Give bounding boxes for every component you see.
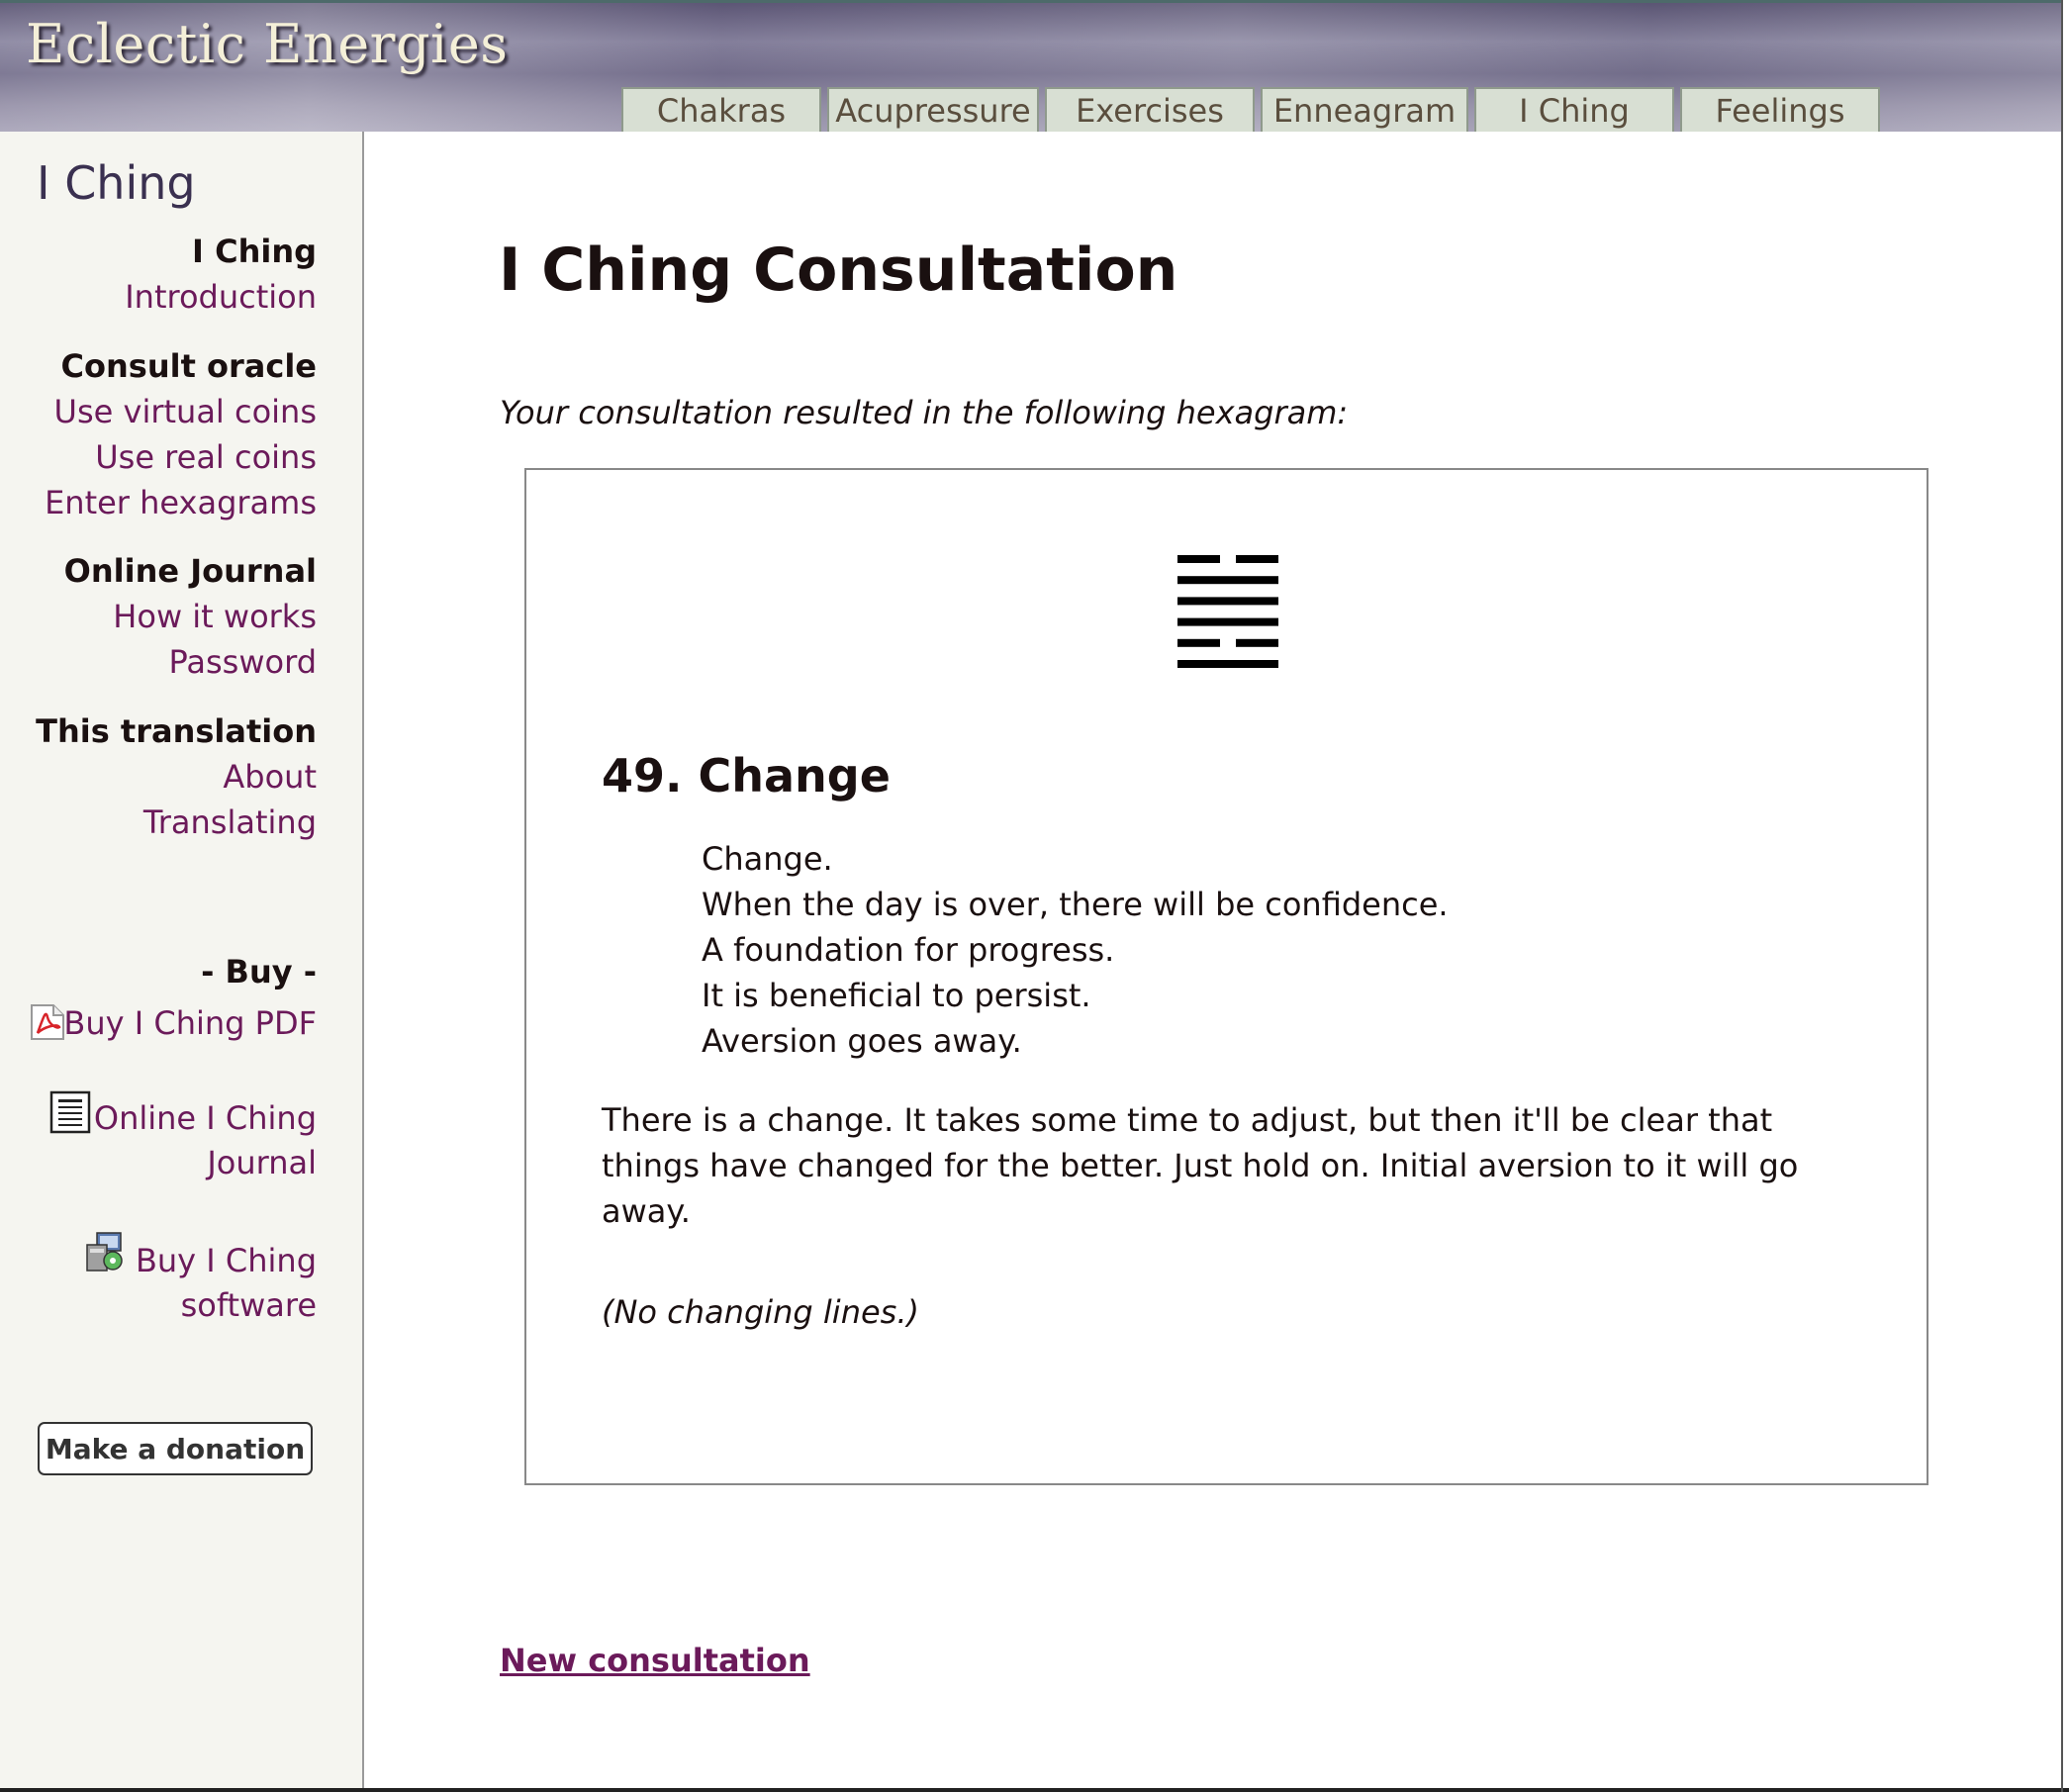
hexagram-result-box: 49. Change Change. When the day is over,… [524, 468, 1928, 1485]
top-nav-tabs: Chakras Acupressure Exercises Enneagram … [621, 87, 1886, 132]
sidebar-link-enter-hexagrams[interactable]: Enter hexagrams [45, 480, 317, 525]
donate-button[interactable]: Make a donation [38, 1422, 313, 1475]
judgement-line: It is beneficial to persist. [702, 977, 1091, 1014]
pdf-icon [28, 1003, 67, 1053]
sidebar: I Ching I Ching Introduction Consult ora… [0, 132, 364, 1792]
buy-pdf-label: Buy I Ching PDF [63, 1004, 317, 1042]
changing-lines-note: (No changing lines.) [602, 1293, 919, 1331]
hexagram-commentary: There is a change. It takes some time to… [602, 1101, 1799, 1230]
sidebar-link-about[interactable]: About [36, 754, 317, 800]
consultation-intro: Your consultation resulted in the follow… [500, 394, 1349, 431]
tab-exercises[interactable]: Exercises [1045, 87, 1255, 132]
judgement-line: Aversion goes away. [702, 1022, 1022, 1060]
tab-i-ching[interactable]: I Ching [1474, 87, 1674, 132]
sidebar-heading: This translation [36, 712, 317, 750]
hexagram-symbol [1177, 555, 1278, 668]
sidebar-heading: Consult oracle [60, 347, 317, 385]
sidebar-heading: I Ching [192, 233, 317, 270]
sidebar-title: I Ching [37, 156, 196, 210]
hexagram-broken-line-segment [1177, 555, 1220, 563]
hexagram-solid-line [1177, 660, 1278, 668]
online-journal-link[interactable]: Online I Ching Journal [20, 1090, 317, 1185]
hexagram-solid-line [1177, 597, 1278, 606]
buy-software-label-line2: software [180, 1286, 317, 1324]
judgement-line: A foundation for progress. [702, 931, 1115, 969]
buy-software-label-line1: Buy I Ching [135, 1242, 317, 1279]
tab-acupressure[interactable]: Acupressure [827, 87, 1039, 132]
software-icon [83, 1231, 127, 1286]
sidebar-buy-section: - Buy - [201, 953, 317, 990]
buy-heading: - Buy - [201, 953, 317, 990]
sidebar-group-i-ching: I Ching Introduction [125, 230, 317, 320]
site-logo-title[interactable]: Eclectic Energies [26, 13, 509, 75]
hexagram-judgement: Change. When the day is over, there will… [702, 836, 1449, 1064]
tab-chakras[interactable]: Chakras [621, 87, 821, 132]
tab-enneagram[interactable]: Enneagram [1261, 87, 1468, 132]
sidebar-link-how-it-works[interactable]: How it works [64, 594, 317, 639]
buy-pdf-link[interactable]: Buy I Ching PDF [20, 1001, 317, 1046]
hexagram-solid-line [1177, 576, 1278, 585]
sidebar-group-consult-oracle: Consult oracle Use virtual coins Use rea… [45, 344, 317, 525]
buy-software-link[interactable]: Buy I Ching software [20, 1232, 317, 1328]
hexagram-solid-line [1177, 617, 1278, 626]
hexagram-title: 49. Change [602, 749, 891, 802]
online-journal-label-line2: Journal [207, 1144, 317, 1181]
sidebar-link-translating[interactable]: Translating [36, 800, 317, 845]
hexagram-broken-line-segment [1177, 638, 1220, 647]
judgement-line: When the day is over, there will be conf… [702, 886, 1449, 923]
sidebar-link-password[interactable]: Password [64, 639, 317, 685]
sidebar-link-real-coins[interactable]: Use real coins [45, 434, 317, 480]
sidebar-link-introduction[interactable]: Introduction [125, 274, 317, 320]
judgement-line: Change. [702, 840, 833, 878]
bottom-border [0, 1788, 2069, 1792]
right-border [2061, 0, 2063, 1792]
sidebar-group-online-journal: Online Journal How it works Password [64, 549, 317, 685]
hexagram-broken-line-segment [1236, 638, 1278, 647]
journal-icon [49, 1090, 91, 1146]
sidebar-link-virtual-coins[interactable]: Use virtual coins [45, 389, 317, 434]
hexagram-broken-line-segment [1236, 555, 1278, 563]
sidebar-group-this-translation: This translation About Translating [36, 709, 317, 845]
site-header: Eclectic Energies Chakras Acupressure Ex… [0, 0, 2061, 132]
tab-feelings[interactable]: Feelings [1680, 87, 1880, 132]
page-title: I Ching Consultation [499, 236, 1178, 305]
sidebar-heading: Online Journal [63, 552, 317, 590]
new-consultation-link[interactable]: New consultation [500, 1642, 810, 1679]
